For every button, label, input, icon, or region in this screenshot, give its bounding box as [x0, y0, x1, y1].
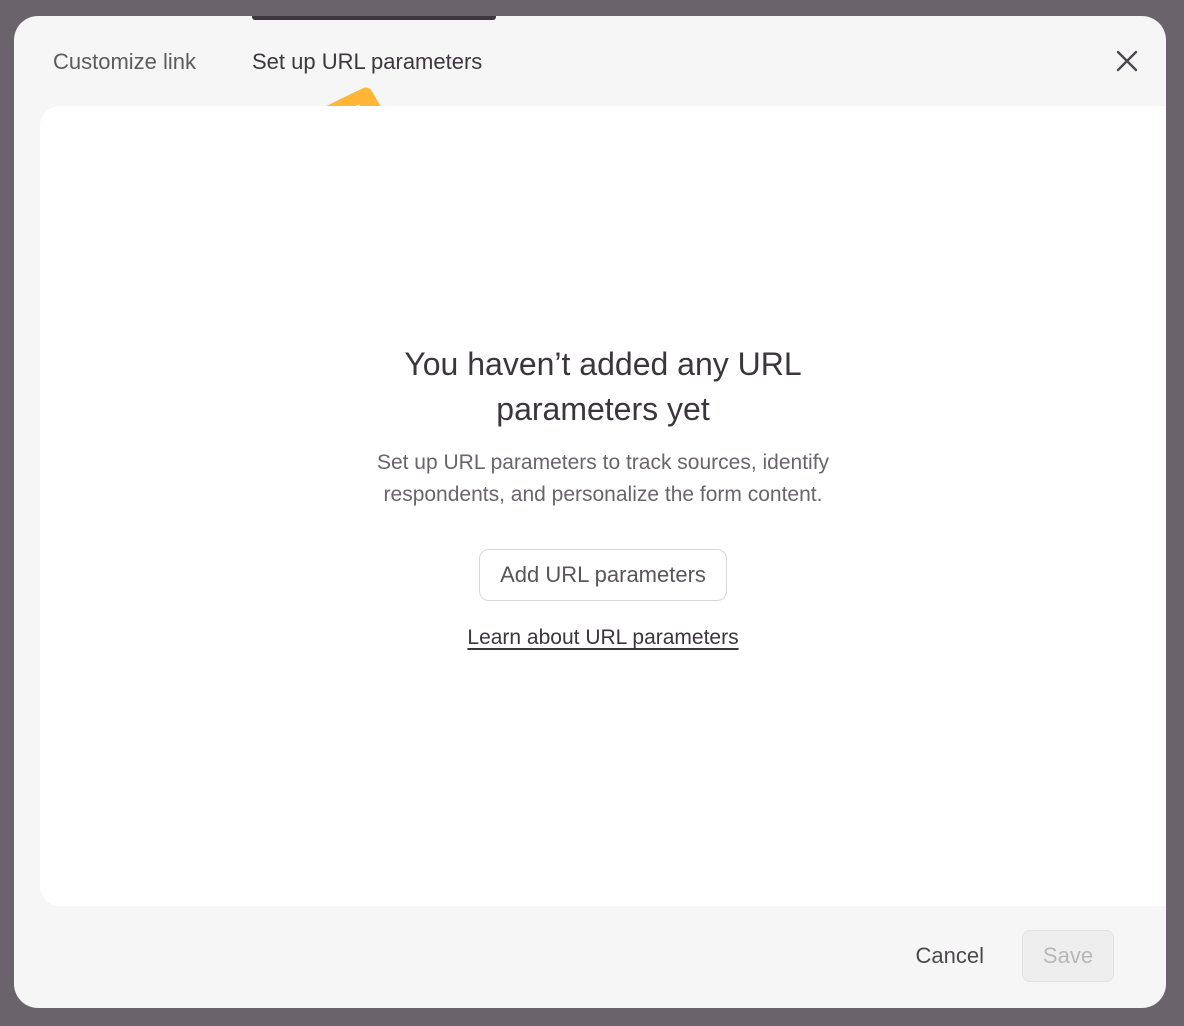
modal-footer: Cancel Save	[916, 930, 1114, 982]
close-icon	[1116, 50, 1138, 72]
save-button[interactable]: Save	[1022, 930, 1114, 982]
cancel-button[interactable]: Cancel	[916, 943, 984, 969]
empty-state: You haven’t added any URL parameters yet…	[40, 342, 1166, 653]
tab-set-up-url-parameters[interactable]: Set up URL parameters	[252, 46, 482, 78]
empty-state-title: You haven’t added any URL parameters yet	[404, 346, 802, 427]
active-tab-indicator	[252, 16, 496, 20]
add-url-parameters-button[interactable]: Add URL parameters	[479, 549, 727, 601]
tab-bar: Customize link Set up URL parameters	[14, 16, 1166, 106]
close-button[interactable]	[1112, 46, 1142, 76]
empty-state-description: Set up URL parameters to track sources, …	[376, 451, 830, 506]
content-panel: You haven’t added any URL parameters yet…	[40, 106, 1166, 906]
learn-about-url-parameters-link[interactable]: Learn about URL parameters	[40, 623, 1166, 653]
url-parameters-modal: Customize link Set up URL parameters You…	[14, 16, 1166, 1008]
tab-customize-link[interactable]: Customize link	[53, 46, 196, 78]
